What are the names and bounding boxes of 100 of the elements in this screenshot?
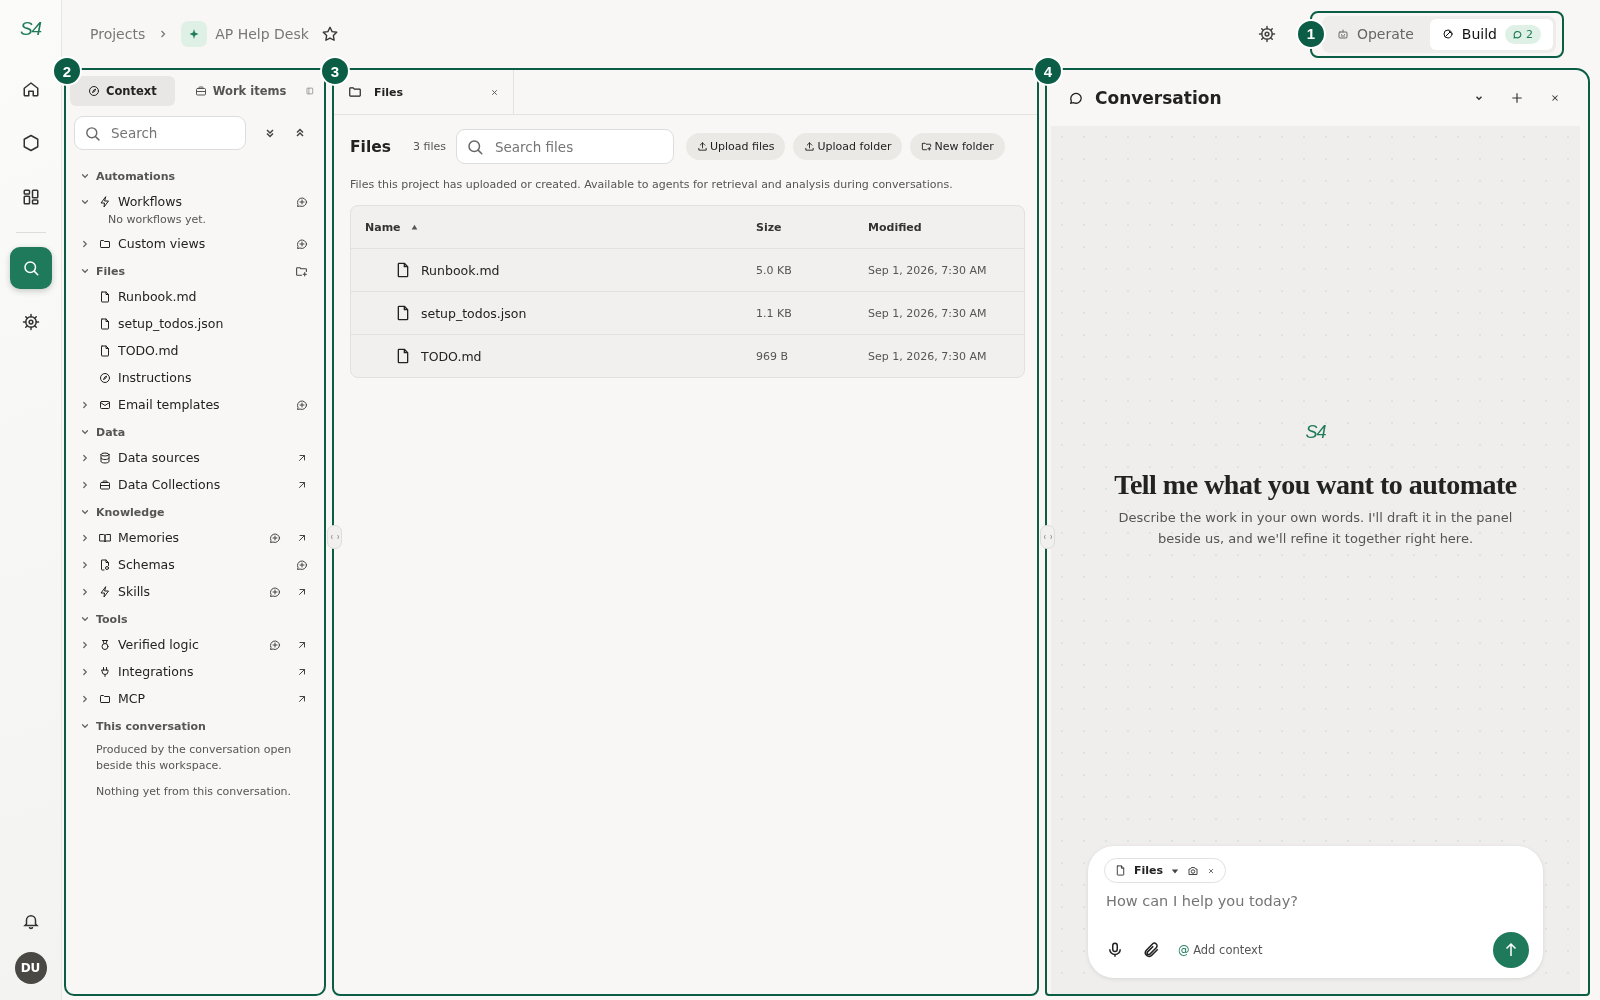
file-icon xyxy=(395,262,411,278)
chat-plus-icon xyxy=(296,237,308,250)
compass-icon xyxy=(88,85,100,97)
tree-item[interactable]: Verified logic xyxy=(70,631,318,658)
panel-tab[interactable]: Context xyxy=(70,76,175,106)
close-icon[interactable] xyxy=(1207,866,1216,875)
tree-item[interactable]: setup_todos.json xyxy=(70,310,318,337)
file-name: setup_todos.json xyxy=(421,305,527,321)
tree-item[interactable]: Instructions xyxy=(70,364,318,391)
home-icon xyxy=(21,80,40,98)
step-number-badge: 1 xyxy=(1295,18,1326,49)
chevron-down-icon[interactable] xyxy=(80,171,90,181)
panel-title: Files xyxy=(350,137,391,156)
chat-plus-icon xyxy=(269,531,281,544)
table-row[interactable]: Runbook.md 5.0 KB Sep 1, 2026, 7:30 AM xyxy=(351,248,1024,291)
panel-title: Conversation xyxy=(1095,88,1222,108)
bolt-icon xyxy=(99,585,111,598)
section-heading: Files xyxy=(96,264,126,278)
tree-item[interactable]: MCP xyxy=(70,685,318,712)
user-avatar[interactable]: DU xyxy=(14,952,47,984)
search-field[interactable]: Search files xyxy=(455,129,674,164)
add-context-button[interactable]: @ Add context xyxy=(1178,943,1263,957)
chevron-right-icon[interactable] xyxy=(80,452,90,463)
logo: S4 xyxy=(1305,422,1326,443)
chevron-down-icon[interactable] xyxy=(80,427,90,437)
tree-item[interactable]: Schemas xyxy=(70,551,318,578)
toolbar-button[interactable]: Upload folder xyxy=(793,133,903,160)
file-name: TODO.md xyxy=(421,348,482,364)
column-header[interactable]: Modified xyxy=(868,220,1024,234)
briefcase-icon xyxy=(99,478,111,491)
microphone-icon[interactable] xyxy=(1106,941,1124,959)
hexagon-icon xyxy=(21,134,40,152)
camera-icon[interactable] xyxy=(1187,864,1200,877)
file-icon xyxy=(99,290,111,303)
file-icon xyxy=(99,317,111,330)
chevron-right-icon[interactable] xyxy=(80,639,90,650)
search-icon xyxy=(21,259,40,277)
tree-item[interactable]: Runbook.md xyxy=(70,283,318,310)
search-field[interactable]: Search xyxy=(74,116,246,150)
section-heading: Knowledge xyxy=(96,505,165,519)
tree-item[interactable]: Data sources xyxy=(70,444,318,471)
envelope-icon xyxy=(99,398,111,411)
mode-tab[interactable]: Build 2 xyxy=(1429,18,1553,50)
send-button[interactable] xyxy=(1493,932,1529,968)
settings-icon xyxy=(21,313,40,331)
table-cell-text: 969 B xyxy=(756,349,790,363)
chevron-right-icon[interactable] xyxy=(80,532,90,543)
welcome-heading: Tell me what you want to automate xyxy=(1114,469,1517,501)
chevron-right-icon[interactable] xyxy=(80,238,90,249)
tree-item[interactable]: Email templates xyxy=(70,391,318,418)
file-icon xyxy=(395,348,411,364)
tree-item[interactable]: Workflows xyxy=(70,188,318,215)
pen-icon xyxy=(1441,28,1454,40)
chevron-down-icon[interactable] xyxy=(80,614,90,624)
panel-resize-handle[interactable] xyxy=(1040,525,1055,549)
collapse-all-icon[interactable] xyxy=(294,127,306,139)
expand-all-icon[interactable] xyxy=(264,127,276,139)
chevron-down-icon[interactable] xyxy=(80,507,90,517)
chevron-right-icon[interactable] xyxy=(80,479,90,490)
chevron-down-icon[interactable] xyxy=(80,266,90,276)
close-icon[interactable] xyxy=(490,87,499,97)
toolbar-button[interactable]: Upload files xyxy=(685,133,786,160)
panel-tab[interactable]: Work items xyxy=(178,76,303,106)
caret-icon[interactable] xyxy=(1171,866,1180,875)
bolt-icon xyxy=(99,195,111,208)
new-chat-icon[interactable] xyxy=(1510,91,1524,105)
table-row[interactable]: TODO.md 969 B Sep 1, 2026, 7:30 AM xyxy=(351,334,1024,377)
panel-resize-handle[interactable] xyxy=(327,525,342,549)
notifications-icon[interactable] xyxy=(21,912,40,930)
chevron-right-icon[interactable] xyxy=(80,559,90,570)
mode-tab[interactable]: Operate xyxy=(1324,18,1426,50)
tree-item[interactable]: Skills xyxy=(70,578,318,605)
breadcrumb-link[interactable]: Projects xyxy=(90,26,146,42)
close-icon[interactable] xyxy=(1550,93,1560,103)
tree-item[interactable]: Memories xyxy=(70,524,318,551)
folder-icon xyxy=(348,85,362,99)
paperclip-icon[interactable] xyxy=(1142,941,1160,959)
upload-icon xyxy=(696,141,708,152)
section-heading: Data xyxy=(96,425,126,439)
column-header[interactable]: Name xyxy=(351,220,756,234)
chevron-right-icon[interactable] xyxy=(80,399,90,410)
tree-item[interactable]: Integrations xyxy=(70,658,318,685)
table-row[interactable]: setup_todos.json 1.1 KB Sep 1, 2026, 7:30 AM xyxy=(351,291,1024,334)
tree-item[interactable]: TODO.md xyxy=(70,337,318,364)
chat-bubble-icon xyxy=(1069,91,1083,105)
chevron-right-icon[interactable] xyxy=(80,666,90,677)
chevron-right-icon[interactable] xyxy=(80,693,90,704)
dashboard-icon xyxy=(21,188,40,206)
upload-icon xyxy=(804,141,816,152)
table-cell-text: Sep 1, 2026, 7:30 AM xyxy=(868,349,988,363)
column-header[interactable]: Size xyxy=(756,220,868,234)
chevron-right-icon[interactable] xyxy=(80,586,90,597)
toolbar-button[interactable]: New folder xyxy=(910,133,1005,160)
welcome-text: Describe the work in your own words. I'll draft it in the panel beside us, and we'll refine it together right here. xyxy=(1117,509,1514,548)
file-icon xyxy=(99,344,111,357)
step-number-badge: 3 xyxy=(320,56,350,86)
star-icon[interactable] xyxy=(320,25,339,43)
tree-item[interactable]: Custom views xyxy=(70,230,318,257)
chevron-down-icon[interactable] xyxy=(80,721,90,731)
tree-item[interactable]: Data Collections xyxy=(70,471,318,498)
